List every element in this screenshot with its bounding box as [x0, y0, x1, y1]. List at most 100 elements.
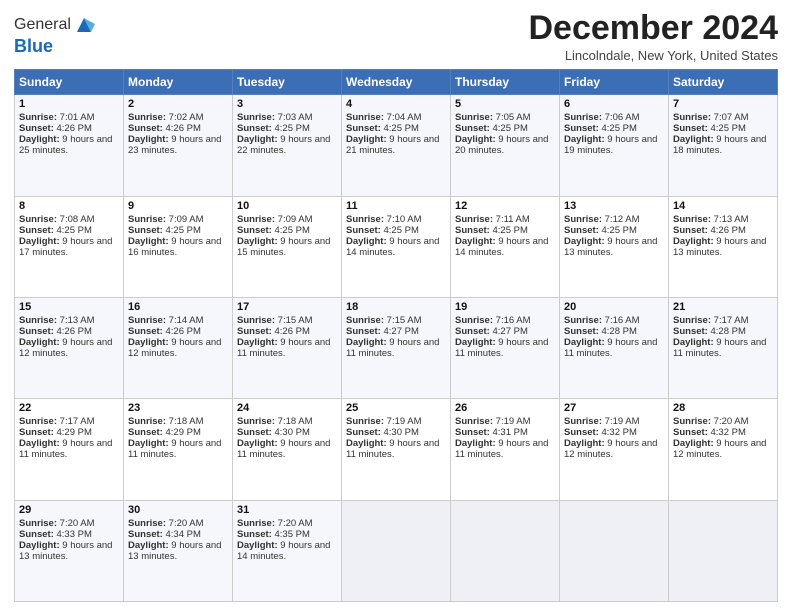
sunset-value: 4:30 PM — [383, 427, 418, 438]
daylight-label: Daylight: — [128, 236, 171, 247]
daylight-label: Daylight: — [19, 540, 62, 551]
sunset-value: 4:26 PM — [165, 123, 200, 134]
daylight-label: Daylight: — [455, 134, 498, 145]
sunrise-value: 7:18 AM — [278, 416, 313, 427]
sunrise-value: 7:13 AM — [60, 315, 95, 326]
sunrise-value: 7:15 AM — [387, 315, 422, 326]
calendar-cell: 3 Sunrise: 7:03 AM Sunset: 4:25 PM Dayli… — [233, 95, 342, 196]
daylight-label: Daylight: — [237, 337, 280, 348]
sunset-label: Sunset: — [128, 427, 165, 438]
day-number: 21 — [673, 301, 773, 313]
sunrise-label: Sunrise: — [346, 214, 387, 225]
calendar-cell: 21 Sunrise: 7:17 AM Sunset: 4:28 PM Dayl… — [669, 298, 778, 399]
sunrise-value: 7:03 AM — [278, 112, 313, 123]
sunrise-value: 7:19 AM — [496, 416, 531, 427]
daylight-label: Daylight: — [237, 134, 280, 145]
sunrise-value: 7:20 AM — [60, 518, 95, 529]
calendar-cell: 25 Sunrise: 7:19 AM Sunset: 4:30 PM Dayl… — [342, 399, 451, 500]
calendar-week-row: 1 Sunrise: 7:01 AM Sunset: 4:26 PM Dayli… — [15, 95, 778, 196]
sunset-label: Sunset: — [128, 529, 165, 540]
sunset-value: 4:29 PM — [165, 427, 200, 438]
day-number: 28 — [673, 402, 773, 414]
sunset-value: 4:25 PM — [601, 123, 636, 134]
sunset-label: Sunset: — [19, 326, 56, 337]
sunrise-value: 7:01 AM — [60, 112, 95, 123]
sunset-label: Sunset: — [19, 427, 56, 438]
calendar-week-row: 29 Sunrise: 7:20 AM Sunset: 4:33 PM Dayl… — [15, 500, 778, 601]
calendar-cell: 9 Sunrise: 7:09 AM Sunset: 4:25 PM Dayli… — [124, 196, 233, 297]
calendar-cell: 15 Sunrise: 7:13 AM Sunset: 4:26 PM Dayl… — [15, 298, 124, 399]
calendar-day-header: Monday — [124, 70, 233, 95]
sunrise-value: 7:12 AM — [605, 214, 640, 225]
sunrise-label: Sunrise: — [128, 112, 169, 123]
sunset-value: 4:25 PM — [274, 123, 309, 134]
sunset-value: 4:32 PM — [710, 427, 745, 438]
sunrise-label: Sunrise: — [237, 315, 278, 326]
calendar-cell: 2 Sunrise: 7:02 AM Sunset: 4:26 PM Dayli… — [124, 95, 233, 196]
day-number: 25 — [346, 402, 446, 414]
day-number: 11 — [346, 200, 446, 212]
sunrise-value: 7:09 AM — [169, 214, 204, 225]
sunrise-label: Sunrise: — [237, 518, 278, 529]
day-number: 27 — [564, 402, 664, 414]
sunset-label: Sunset: — [237, 529, 274, 540]
day-number: 10 — [237, 200, 337, 212]
daylight-label: Daylight: — [19, 337, 62, 348]
sunset-value: 4:25 PM — [492, 123, 527, 134]
daylight-label: Daylight: — [673, 337, 716, 348]
day-number: 13 — [564, 200, 664, 212]
sunset-value: 4:25 PM — [383, 123, 418, 134]
sunrise-label: Sunrise: — [564, 214, 605, 225]
daylight-label: Daylight: — [455, 337, 498, 348]
sunrise-value: 7:06 AM — [605, 112, 640, 123]
sunset-value: 4:26 PM — [56, 326, 91, 337]
page: General Blue December 2024 Lincolndale, … — [0, 0, 792, 612]
sunrise-value: 7:16 AM — [496, 315, 531, 326]
sunset-value: 4:31 PM — [492, 427, 527, 438]
sunset-label: Sunset: — [564, 225, 601, 236]
sunset-value: 4:30 PM — [274, 427, 309, 438]
day-number: 19 — [455, 301, 555, 313]
daylight-label: Daylight: — [346, 236, 389, 247]
sunset-label: Sunset: — [455, 427, 492, 438]
sunset-value: 4:25 PM — [165, 225, 200, 236]
sunrise-label: Sunrise: — [673, 416, 714, 427]
calendar-cell: 29 Sunrise: 7:20 AM Sunset: 4:33 PM Dayl… — [15, 500, 124, 601]
sunrise-label: Sunrise: — [128, 416, 169, 427]
sunset-label: Sunset: — [673, 225, 710, 236]
sunrise-label: Sunrise: — [19, 416, 60, 427]
calendar-cell: 6 Sunrise: 7:06 AM Sunset: 4:25 PM Dayli… — [560, 95, 669, 196]
daylight-label: Daylight: — [346, 438, 389, 449]
sunrise-label: Sunrise: — [564, 315, 605, 326]
calendar-week-row: 22 Sunrise: 7:17 AM Sunset: 4:29 PM Dayl… — [15, 399, 778, 500]
sunrise-label: Sunrise: — [128, 518, 169, 529]
day-number: 8 — [19, 200, 119, 212]
sunrise-value: 7:07 AM — [714, 112, 749, 123]
sunrise-label: Sunrise: — [128, 214, 169, 225]
calendar-cell: 7 Sunrise: 7:07 AM Sunset: 4:25 PM Dayli… — [669, 95, 778, 196]
day-number: 12 — [455, 200, 555, 212]
sunrise-value: 7:13 AM — [714, 214, 749, 225]
sunset-label: Sunset: — [128, 326, 165, 337]
day-number: 3 — [237, 98, 337, 110]
calendar-cell: 26 Sunrise: 7:19 AM Sunset: 4:31 PM Dayl… — [451, 399, 560, 500]
location: Lincolndale, New York, United States — [528, 48, 778, 63]
sunrise-value: 7:17 AM — [60, 416, 95, 427]
sunrise-value: 7:20 AM — [714, 416, 749, 427]
sunrise-label: Sunrise: — [564, 112, 605, 123]
logo-blue: Blue — [14, 36, 95, 57]
title-block: December 2024 Lincolndale, New York, Uni… — [528, 10, 778, 63]
day-number: 29 — [19, 504, 119, 516]
sunrise-label: Sunrise: — [455, 315, 496, 326]
sunset-value: 4:34 PM — [165, 529, 200, 540]
day-number: 14 — [673, 200, 773, 212]
sunrise-label: Sunrise: — [673, 214, 714, 225]
daylight-label: Daylight: — [564, 236, 607, 247]
sunset-label: Sunset: — [673, 427, 710, 438]
header: General Blue December 2024 Lincolndale, … — [14, 10, 778, 63]
sunrise-label: Sunrise: — [346, 315, 387, 326]
daylight-label: Daylight: — [564, 337, 607, 348]
calendar-cell — [342, 500, 451, 601]
calendar-day-header: Saturday — [669, 70, 778, 95]
sunrise-label: Sunrise: — [19, 214, 60, 225]
